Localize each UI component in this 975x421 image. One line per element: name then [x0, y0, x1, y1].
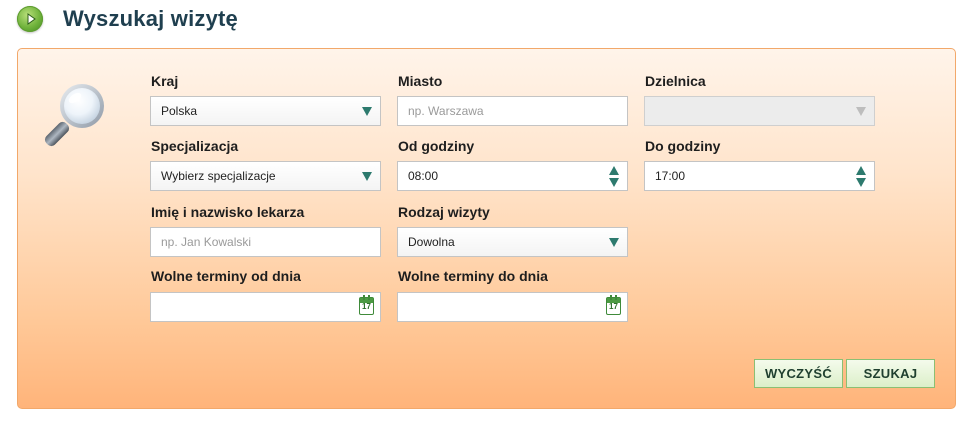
dropdown-arrow-icon [609, 238, 619, 247]
rodzaj-wizyty-label: Rodzaj wizyty [398, 204, 490, 220]
search-panel: Kraj Polska Miasto np. Warszawa Dzielnic… [17, 48, 956, 409]
rodzaj-wizyty-select[interactable]: Dowolna [397, 227, 628, 257]
specjalizacja-value: Wybierz specjalizacje [161, 169, 276, 183]
search-button[interactable]: SZUKAJ [846, 359, 935, 388]
do-dnia-label: Wolne terminy do dnia [398, 268, 548, 284]
od-dnia-label: Wolne terminy od dnia [151, 268, 301, 284]
specjalizacja-select[interactable]: Wybierz specjalizacje [150, 161, 381, 191]
time-stepper-icon[interactable] [609, 166, 619, 188]
do-godziny-input[interactable]: 17:00 [644, 161, 875, 191]
dropdown-arrow-icon [856, 107, 866, 116]
lekarz-placeholder: np. Jan Kowalski [161, 235, 252, 249]
stepper-up-icon[interactable] [856, 166, 866, 175]
kraj-select[interactable]: Polska [150, 96, 381, 126]
time-stepper-icon[interactable] [856, 166, 866, 188]
specjalizacja-label: Specjalizacja [151, 138, 239, 154]
stepper-down-icon[interactable] [609, 178, 619, 187]
calendar-icon[interactable]: 17 [359, 295, 374, 315]
dzielnica-select[interactable] [644, 96, 875, 126]
od-dnia-date-input[interactable]: 17 [150, 292, 381, 322]
miasto-label: Miasto [398, 73, 443, 89]
dzielnica-label: Dzielnica [645, 73, 706, 89]
kraj-value: Polska [161, 104, 198, 118]
od-godziny-value: 08:00 [408, 169, 439, 183]
clear-button[interactable]: WYCZYŚĆ [754, 359, 843, 388]
magnifier-icon [40, 80, 110, 157]
stepper-up-icon[interactable] [609, 166, 619, 175]
miasto-placeholder: np. Warszawa [408, 104, 484, 118]
dropdown-arrow-icon [362, 172, 372, 181]
lekarz-input[interactable]: np. Jan Kowalski [150, 227, 381, 257]
play-icon [17, 6, 43, 32]
od-godziny-label: Od godziny [398, 138, 475, 154]
miasto-input[interactable]: np. Warszawa [397, 96, 628, 126]
rodzaj-wizyty-value: Dowolna [408, 235, 455, 249]
lekarz-label: Imię i nazwisko lekarza [151, 204, 305, 220]
stepper-down-icon[interactable] [856, 178, 866, 187]
do-godziny-value: 17:00 [655, 169, 686, 183]
kraj-label: Kraj [151, 73, 179, 89]
calendar-day-number: 17 [362, 302, 371, 311]
page-title: Wyszukaj wizytę [63, 6, 238, 31]
calendar-day-number: 17 [609, 302, 618, 311]
calendar-icon[interactable]: 17 [606, 295, 621, 315]
dropdown-arrow-icon [362, 107, 372, 116]
do-dnia-date-input[interactable]: 17 [397, 292, 628, 322]
od-godziny-input[interactable]: 08:00 [397, 161, 628, 191]
do-godziny-label: Do godziny [645, 138, 721, 154]
